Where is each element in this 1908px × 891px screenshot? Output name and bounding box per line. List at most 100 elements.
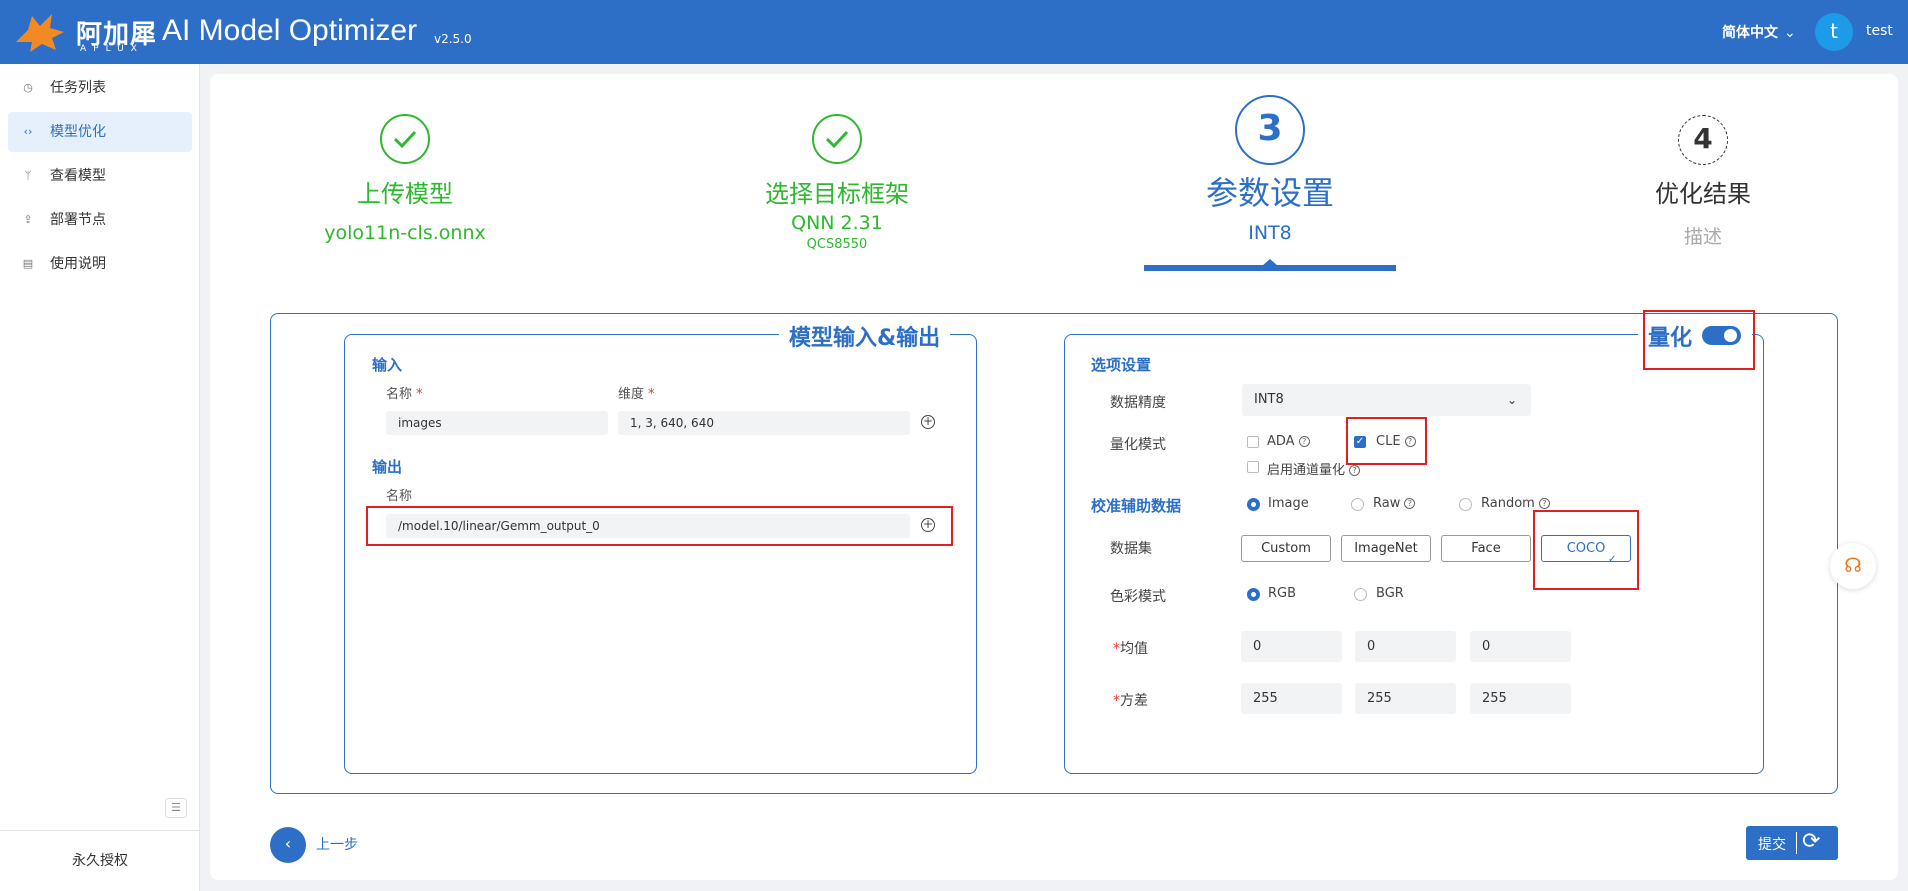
sidebar-item-task-list[interactable]: ◷ 任务列表 — [8, 68, 192, 108]
back-label[interactable]: 上一步 — [316, 834, 358, 854]
app-title: AI Model Optimizer — [162, 14, 418, 47]
io-fieldset — [344, 334, 977, 774]
calib-random-label: Random? — [1481, 496, 1550, 511]
mean-input-r[interactable]: 0 — [1241, 631, 1342, 662]
add-input-icon[interactable]: + — [921, 415, 935, 429]
mean-input-g[interactable]: 0 — [1355, 631, 1456, 662]
color-bgr-label: BGR — [1376, 586, 1404, 601]
step-1-check — [380, 114, 430, 164]
calib-image-radio[interactable] — [1247, 498, 1260, 511]
std-input-r[interactable]: 255 — [1241, 683, 1342, 714]
mean-label: *均值 — [1113, 641, 1148, 657]
sidebar-item-label: 使用说明 — [50, 256, 106, 272]
chevron-left-icon: ‹ — [284, 834, 292, 853]
help-icon: ? — [1538, 498, 1550, 509]
step-4-sub: 描述 — [1683, 226, 1722, 248]
dataset-label: 数据集 — [1110, 541, 1152, 557]
calib-raw-radio[interactable] — [1351, 498, 1364, 511]
highlight-box — [366, 506, 953, 546]
color-rgb-radio[interactable] — [1247, 588, 1260, 601]
top-header: 阿加犀 APLUX AI Model Optimizer v2.5.0 简体中文… — [0, 0, 1908, 64]
help-icon: ? — [1404, 498, 1416, 509]
step-2-sub2: QCS8550 — [806, 237, 868, 252]
step-3-sub: INT8 — [1248, 222, 1292, 244]
io-legend: 模型输入&输出 — [779, 320, 951, 352]
brand-name-en: APLUX — [80, 44, 144, 54]
input-section-title: 输入 — [372, 356, 403, 374]
collapse-sidebar-button[interactable]: ☰ — [165, 798, 187, 818]
sidebar-item-label: 查看模型 — [50, 168, 106, 184]
check-icon — [825, 130, 849, 149]
precision-label: 数据精度 — [1110, 395, 1166, 411]
input-name-field[interactable]: images — [386, 411, 608, 435]
std-input-b[interactable]: 255 — [1470, 683, 1571, 714]
help-icon: ? — [1349, 465, 1361, 476]
divider — [1796, 832, 1797, 854]
sidebar: ◷ 任务列表 ‹› 模型优化 ᛘ 查看模型 ⇪ 部署节点 ▤ 使用说明 ☰ 永久… — [0, 64, 200, 891]
support-headset-icon[interactable]: ☊ — [1830, 543, 1876, 589]
step-3-title: 参数设置 — [1205, 174, 1334, 212]
input-name-label: 名称 * — [386, 387, 423, 402]
history-icon: ◷ — [23, 81, 33, 94]
calib-random-radio[interactable] — [1459, 498, 1472, 511]
input-dims-field[interactable]: 1, 3, 640, 640 — [618, 411, 910, 435]
channel-quant-label: 启用通道量化? — [1267, 459, 1361, 478]
std-input-g[interactable]: 255 — [1355, 683, 1456, 714]
step-2-title: 选择目标框架 — [765, 180, 909, 208]
mean-input-b[interactable]: 0 — [1470, 631, 1571, 662]
highlight-box — [1533, 510, 1639, 590]
username[interactable]: test — [1866, 23, 1893, 39]
check-icon — [393, 130, 417, 149]
dataset-face-button[interactable]: Face — [1441, 535, 1531, 562]
color-mode-label: 色彩模式 — [1110, 589, 1166, 605]
chevron-down-icon: ⌄ — [1506, 393, 1517, 407]
sidebar-item-label: 部署节点 — [50, 212, 106, 228]
input-dim-label: 维度 * — [618, 387, 655, 402]
step-4-number: 4 — [1678, 115, 1728, 165]
code-icon: ‹› — [23, 125, 33, 138]
avatar[interactable]: t — [1815, 13, 1853, 51]
step-1-sub: yolo11n-cls.onnx — [324, 222, 486, 244]
menu-fold-icon: ☰ — [171, 801, 181, 814]
std-label: *方差 — [1113, 693, 1148, 709]
language-selector[interactable]: 简体中文 ⌄ — [1722, 22, 1796, 42]
highlight-box — [1346, 417, 1427, 465]
channel-quant-checkbox[interactable] — [1247, 461, 1259, 473]
color-rgb-label: RGB — [1268, 586, 1297, 601]
submit-button[interactable]: 提交 ⟳ — [1746, 826, 1838, 860]
sidebar-item-view-model[interactable]: ᛘ 查看模型 — [8, 156, 192, 196]
aplux-logo — [16, 14, 64, 52]
step-3-number: 3 — [1235, 95, 1305, 165]
submit-label: 提交 — [1758, 837, 1786, 853]
dataset-custom-button[interactable]: Custom — [1241, 535, 1331, 562]
step-1-title: 上传模型 — [357, 180, 453, 208]
output-section-title: 输出 — [372, 458, 403, 476]
back-button[interactable]: ‹ — [270, 827, 306, 863]
options-section-title: 选项设置 — [1091, 356, 1152, 374]
divider — [0, 830, 200, 831]
doc-icon: ▤ — [22, 257, 34, 270]
step-2-check — [812, 114, 862, 164]
chevron-down-icon: ⌄ — [1784, 25, 1796, 41]
output-name-label: 名称 — [386, 489, 413, 504]
step-2-sub: QNN 2.31 — [791, 212, 883, 234]
precision-select[interactable]: INT8 ⌄ — [1242, 384, 1531, 416]
ada-label: ADA? — [1267, 434, 1310, 449]
sidebar-item-label: 模型优化 — [50, 124, 106, 140]
color-bgr-radio[interactable] — [1354, 588, 1367, 601]
sidebar-item-docs[interactable]: ▤ 使用说明 — [8, 244, 192, 284]
calib-section-title: 校准辅助数据 — [1091, 497, 1182, 515]
sidebar-item-deploy-nodes[interactable]: ⇪ 部署节点 — [8, 200, 192, 240]
dataset-imagenet-button[interactable]: ImageNet — [1341, 535, 1431, 562]
highlight-box — [1643, 310, 1755, 370]
sidebar-item-model-optimize[interactable]: ‹› 模型优化 — [8, 112, 192, 152]
license-label: 永久授权 — [72, 853, 128, 869]
branch-icon: ᛘ — [24, 169, 32, 182]
app-version: v2.5.0 — [434, 32, 472, 46]
mode-label: 量化模式 — [1110, 437, 1166, 453]
refresh-icon: ⟳ — [1802, 829, 1821, 854]
ada-checkbox[interactable] — [1247, 436, 1259, 448]
step-indicator-bar — [1144, 265, 1396, 271]
upload-icon: ⇪ — [23, 213, 33, 226]
step-4-title: 优化结果 — [1655, 180, 1751, 208]
